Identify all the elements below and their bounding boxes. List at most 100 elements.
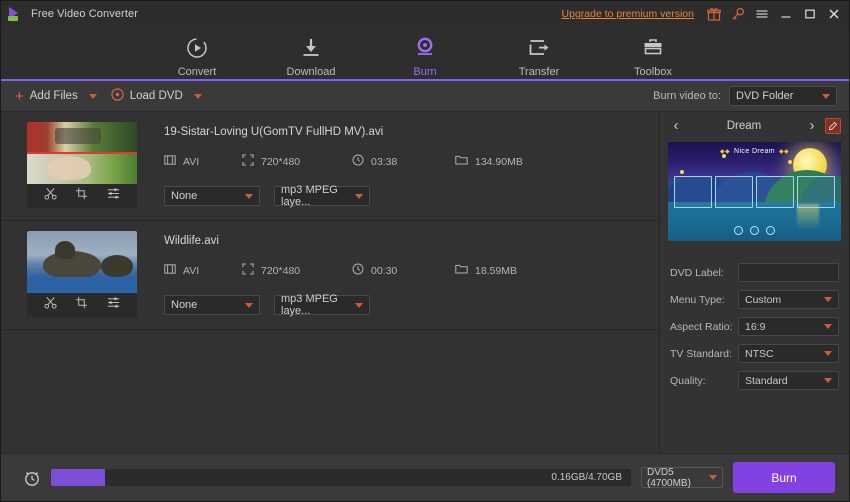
disc-type-select[interactable]: DVD5 (4700MB) [641, 467, 723, 489]
title-bar-controls: Upgrade to premium version [562, 7, 841, 22]
load-dvd-button[interactable]: Load DVD [109, 85, 185, 107]
video-thumbnail[interactable] [27, 122, 137, 208]
setting-label: Menu Type: [670, 293, 725, 306]
tv-standard-select[interactable]: NTSC [738, 344, 839, 363]
effects-sliders-icon[interactable] [107, 296, 120, 314]
subtitle-select[interactable]: None [164, 186, 260, 206]
preview-page-dots [668, 226, 841, 235]
setting-label: Aspect Ratio: [670, 320, 733, 333]
setting-aspect-ratio: Aspect Ratio: 16:9 [670, 313, 839, 340]
action-toolbar: + Add Files Load DVD Burn video to: DVD … [1, 81, 849, 112]
file-resolution: 720*480 [242, 263, 352, 278]
disc-icon [111, 88, 124, 104]
setting-menu-type: Menu Type: Custom [670, 286, 839, 313]
menu-type-select[interactable]: Custom [738, 290, 839, 309]
minimize-icon[interactable] [778, 7, 793, 22]
load-dvd-dropdown-caret[interactable] [193, 93, 202, 99]
burn-button[interactable]: Burn [733, 462, 835, 493]
add-files-dropdown-caret[interactable] [88, 93, 97, 99]
video-thumbnail[interactable] [27, 231, 137, 317]
menu-type-value: Custom [745, 293, 782, 306]
chevron-down-icon [709, 475, 717, 480]
resolution-icon [242, 263, 254, 278]
file-format: AVI [164, 154, 242, 169]
maximize-icon[interactable] [802, 7, 817, 22]
convert-icon [185, 35, 209, 60]
dvd-label-input[interactable] [738, 263, 839, 282]
key-icon[interactable] [730, 7, 745, 22]
aspect-ratio-select[interactable]: 16:9 [738, 317, 839, 336]
nav-tab-transfer[interactable]: Transfer [501, 32, 577, 78]
file-resolution-value: 720*480 [261, 155, 301, 168]
burn-video-to-label: Burn video to: [653, 90, 721, 102]
file-list: 19-Sistar-Loving U(GomTV FullHD MV).avi … [1, 112, 660, 453]
chevron-down-icon [824, 351, 832, 356]
subtitle-select[interactable]: None [164, 295, 260, 315]
nav-tab-download[interactable]: Download [273, 32, 349, 78]
next-template-icon[interactable]: › [804, 118, 820, 133]
thumbnail-tools [27, 293, 137, 317]
file-size-value: 134.90MB [475, 155, 523, 168]
crop-icon[interactable] [75, 187, 88, 205]
file-duration: 00:30 [352, 263, 455, 278]
setting-tv-standard: TV Standard: NTSC [670, 340, 839, 367]
nav-tab-toolbox[interactable]: Toolbox [615, 32, 691, 78]
preview-chapter-frames [674, 176, 835, 208]
setting-label: TV Standard: [670, 347, 732, 360]
download-icon [299, 35, 323, 60]
file-meta-row: AVI 720*480 00:30 18.59MB [164, 263, 659, 278]
file-details: 19-Sistar-Loving U(GomTV FullHD MV).avi … [137, 122, 659, 208]
file-name: 19-Sistar-Loving U(GomTV FullHD MV).avi [164, 126, 384, 138]
trim-scissors-icon[interactable] [44, 187, 57, 205]
effects-sliders-icon[interactable] [107, 187, 120, 205]
setting-label: DVD Label: [670, 266, 724, 279]
nav-tab-burn[interactable]: Burn [387, 32, 463, 78]
close-icon[interactable] [826, 7, 841, 22]
clock-icon [352, 263, 364, 278]
application-window: Free Video Converter Upgrade to premium … [0, 0, 850, 502]
subtitle-value: None [171, 299, 198, 311]
table-row[interactable]: Wildlife.avi AVI 720*480 00:30 18.59MB N… [1, 221, 659, 330]
file-format-value: AVI [183, 155, 200, 168]
audio-track-select[interactable]: mp3 MPEG laye... [274, 293, 370, 317]
alarm-clock-icon [23, 469, 41, 487]
file-details: Wildlife.avi AVI 720*480 00:30 18.59MB N… [137, 231, 659, 317]
audio-track-select[interactable]: mp3 MPEG laye... [274, 184, 370, 208]
nav-tab-burn-label: Burn [413, 66, 437, 78]
burn-icon [413, 35, 437, 60]
thumbnail-image [27, 122, 137, 184]
add-files-label: Add Files [29, 90, 78, 102]
nav-tab-convert-label: Convert [177, 66, 217, 78]
quality-value: Standard [745, 374, 788, 387]
quality-select[interactable]: Standard [738, 371, 839, 390]
file-format: AVI [164, 263, 242, 278]
file-duration-value: 00:30 [371, 264, 398, 277]
trim-scissors-icon[interactable] [44, 296, 57, 314]
plus-icon: + [15, 87, 24, 105]
crop-icon[interactable] [75, 296, 88, 314]
add-files-button[interactable]: + Add Files [13, 85, 80, 107]
preview-title-row: ◆◆ Nice Dream ◆◆ [719, 148, 789, 155]
film-icon [164, 263, 176, 278]
chapter-frame [797, 176, 835, 208]
burn-target-select[interactable]: DVD Folder [729, 86, 837, 106]
transfer-icon [527, 35, 551, 60]
file-duration-value: 03:38 [371, 155, 398, 168]
load-dvd-label: Load DVD [129, 90, 183, 102]
main-navigation: Convert Download Burn Transfer Toolbox [1, 27, 849, 81]
folder-icon [455, 154, 468, 169]
file-track-selectors: None mp3 MPEG laye... [164, 293, 659, 317]
nav-tab-transfer-label: Transfer [518, 66, 560, 78]
table-row[interactable]: 19-Sistar-Loving U(GomTV FullHD MV).avi … [1, 112, 659, 221]
audio-track-value: mp3 MPEG laye... [281, 184, 338, 208]
dvd-menu-preview[interactable]: ◆◆ Nice Dream ◆◆ [668, 142, 841, 241]
hamburger-menu-icon[interactable] [754, 7, 769, 22]
tv-standard-value: NTSC [745, 347, 774, 360]
nav-tab-convert[interactable]: Convert [159, 32, 235, 78]
gift-icon[interactable] [706, 7, 721, 22]
previous-template-icon[interactable]: ‹ [668, 118, 684, 133]
disc-usage-progress: 0.16GB/4.70GB [51, 469, 631, 486]
chevron-down-icon [824, 378, 832, 383]
edit-template-icon[interactable] [825, 117, 841, 134]
upgrade-to-premium-link[interactable]: Upgrade to premium version [562, 8, 694, 20]
